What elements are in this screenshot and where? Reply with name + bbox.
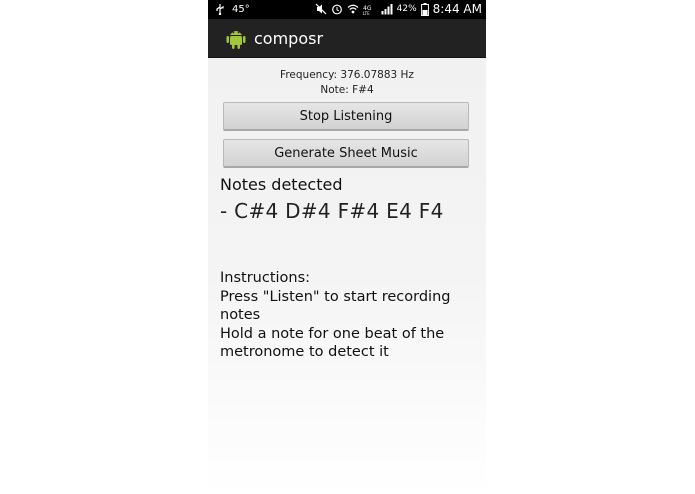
stop-listening-button[interactable]: Stop Listening	[223, 102, 469, 131]
4g-lte-icon: 4G LTE	[363, 5, 372, 15]
mute-icon	[315, 3, 327, 15]
instructions-title: Instructions:	[220, 270, 311, 286]
usb-icon	[216, 4, 224, 15]
svg-text:LTE: LTE	[363, 11, 370, 15]
instructions-line-listen: Press "Listen" to start recording notes	[220, 288, 451, 324]
signal-icon	[381, 4, 393, 15]
notes-detected-heading: Notes detected	[220, 175, 343, 194]
phone-screen: 45° 4G LTE 42% 8:44 AM composr Frequency…	[208, 0, 486, 494]
action-bar: composr	[208, 19, 486, 58]
status-bar: 45° 4G LTE 42% 8:44 AM	[208, 0, 486, 19]
app-title: composr	[254, 28, 324, 48]
battery-percent-text: 42%	[396, 4, 417, 14]
notes-detected-list: - C#4 D#4 F#4 E4 F4	[220, 199, 444, 223]
clock-time: 8:44 AM	[432, 2, 482, 16]
instructions-line-metronome: Hold a note for one beat of the metronom…	[220, 325, 445, 361]
frequency-readout: Frequency: 376.07883 Hz	[280, 69, 414, 81]
alarm-icon	[331, 4, 342, 15]
note-readout: Note: F#4	[320, 84, 374, 96]
instructions-block: Instructions: Press "Listen" to start re…	[220, 269, 470, 362]
wifi-icon	[347, 4, 359, 14]
android-icon[interactable]	[226, 26, 246, 50]
battery-icon	[420, 2, 429, 16]
temperature-text: 45°	[232, 3, 250, 15]
generate-sheet-music-button[interactable]: Generate Sheet Music	[223, 139, 469, 168]
